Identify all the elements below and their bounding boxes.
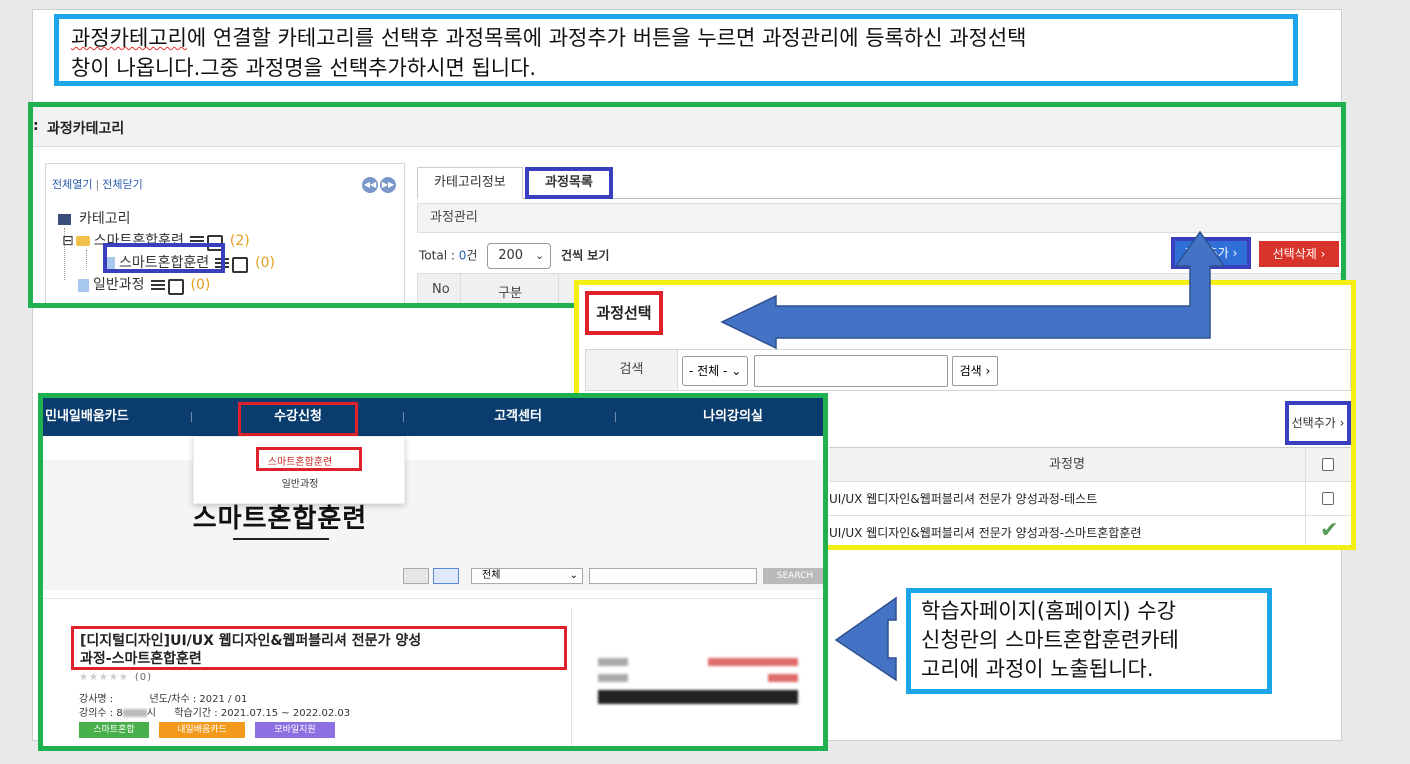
course-title-box[interactable]: [디지털디자인]UI/UX 웹디자인&웹퍼블리셔 전문가 양성 과정-스마트혼합… [71,626,567,670]
site-nav-bar: 민내일배움카드 수강신청 고객센터 나의강의실 [43,398,823,436]
left-arrow-icon [720,230,1226,350]
dropdown-item-general[interactable]: 일반과정 [194,475,406,490]
instruction-callout-bottom: 학습자페이지(홈페이지) 수강 신청란의 스마트혼합훈련카테 고리에 과정이 노… [906,588,1272,694]
site-search-button[interactable]: SEARCH [763,568,823,584]
rating-count: (0) [134,672,152,683]
lessons-suffix: 시 [146,708,156,719]
redacted-text [708,658,798,666]
meta-row-1: 강사명 : 년도/차수 : 2021 / 01 [79,690,247,705]
rating-stars: ★★★★★ (0) [79,672,152,683]
chevron-down-icon: ⌄ [569,570,578,581]
nav-separator [191,412,192,422]
list-view-icon[interactable] [433,568,459,584]
tag-mobile: 모바일지원 [255,722,335,738]
callout-br-line-3: 고리에 과정이 노출됩니다. [921,657,1154,681]
lessons-label: 강의수 : 8 [79,708,123,719]
column-divider [571,608,572,746]
list-toolbar: 전체 ⌄ SEARCH [403,568,823,586]
nav-item-card[interactable]: 민내일배움카드 [43,398,163,436]
course-title-line-1: [디지털디자인]UI/UX 웹디자인&웹퍼블리셔 전문가 양성 [80,633,422,649]
callout-br-line-2: 신청란의 스마트혼합훈련카테 [921,628,1179,652]
dropdown-highlight-box [256,447,362,471]
category-filter-select[interactable]: 전체 ⌄ [471,568,583,584]
period-start: 2021.07.15 [220,708,279,719]
site-search-input[interactable] [589,568,757,584]
callout-br-line-1: 학습자페이지(홈페이지) 수강 [921,599,1176,623]
learner-site-panel: 민내일배움카드 수강신청 고객센터 나의강의실 스마트혼합훈련 일반과정 스마트… [38,393,828,751]
nav-separator [403,412,404,422]
nav-separator [615,412,616,422]
redacted-text [768,674,798,682]
nav-item-support[interactable]: 고객센터 [443,398,593,436]
grid-view-icon[interactable] [403,568,429,584]
tag-card: 내일배움카드 [159,722,245,738]
section-divider [43,598,823,599]
stage: 과정카테고리에 연결할 카테고리를 선택후 과정목록에 과정추가 버튼을 누르면… [0,0,1410,764]
redacted-text [598,674,628,682]
redacted-text [598,658,628,666]
tag-smart: 스마트혼합 [79,722,149,738]
page-title: 스마트혼합훈련 [192,504,368,534]
course-title-line-2: 과정-스마트혼합훈련 [80,651,202,667]
title-underline [233,538,329,540]
period-end: 2022.02.03 [292,708,351,719]
redacted-button [598,690,798,704]
nav-item-my-classroom[interactable]: 나의강의실 [643,398,823,436]
category-filter-value: 전체 [482,570,501,581]
left-arrow-small-icon [834,596,897,682]
period-label: 학습기간 : [174,708,218,719]
meta-row-2: 강의수 : 8시 학습기간 : 2021.07.15 ~ 2022.02.03 [79,708,351,719]
redacted-text [122,709,147,717]
nav-highlight-box [238,402,358,436]
enroll-dropdown: 스마트혼합훈련 일반과정 [193,436,405,504]
